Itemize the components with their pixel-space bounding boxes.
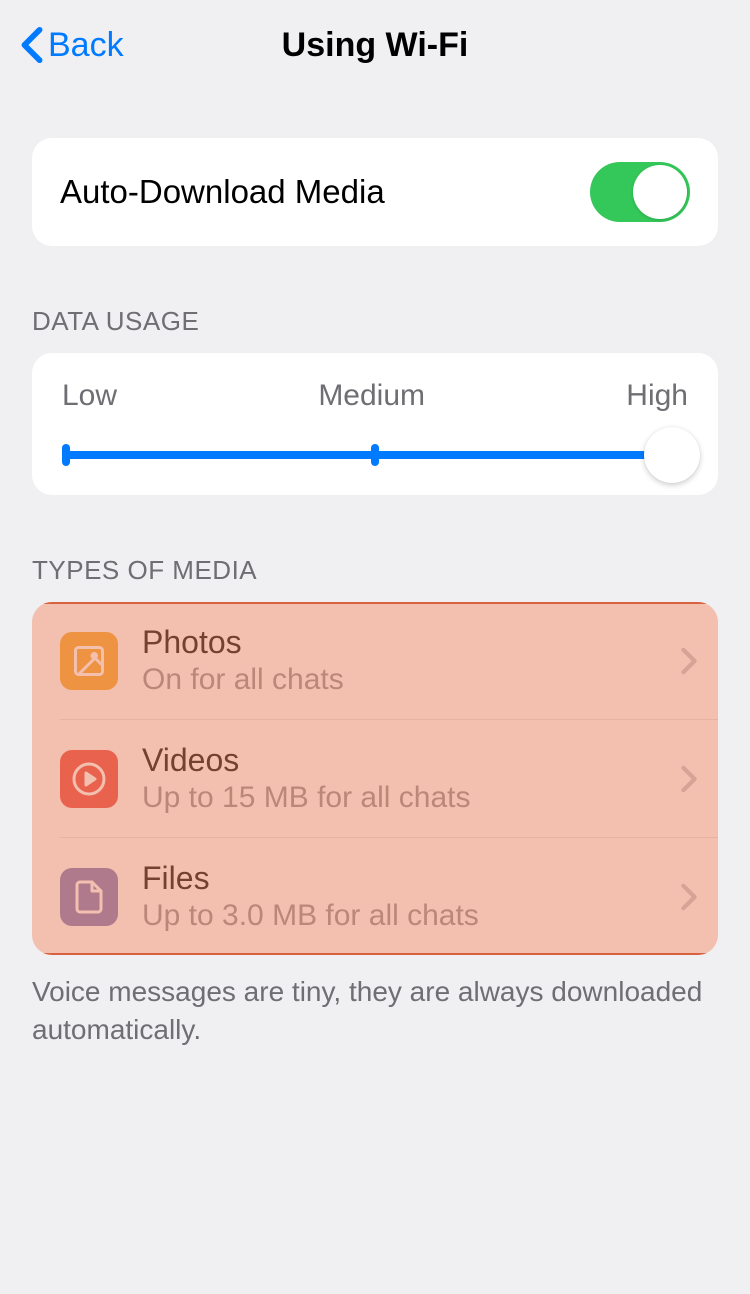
auto-download-toggle[interactable] [590,162,690,222]
slider-thumb[interactable] [644,427,700,483]
media-row-photos[interactable]: Photos On for all chats [60,602,718,720]
data-usage-section-header: DATA USAGE [0,306,750,353]
media-types-card: Photos On for all chats Videos Up to 15 … [32,602,718,955]
header-bar: Back Using Wi-Fi [0,0,750,90]
media-subtitle: Up to 15 MB for all chats [142,781,656,815]
chevron-left-icon [20,26,44,64]
back-label: Back [48,26,124,65]
data-usage-slider[interactable] [62,451,688,459]
auto-download-row: Auto-Download Media [32,138,718,246]
media-subtitle: On for all chats [142,663,656,697]
toggle-knob [633,165,687,219]
auto-download-label: Auto-Download Media [60,173,385,211]
media-title: Files [142,860,656,897]
media-title: Videos [142,742,656,779]
chevron-right-icon [680,883,698,911]
media-subtitle: Up to 3.0 MB for all chats [142,899,656,933]
media-row-files[interactable]: Files Up to 3.0 MB for all chats [60,838,718,955]
photos-icon [60,632,118,690]
chevron-right-icon [680,647,698,675]
videos-icon [60,750,118,808]
data-usage-label-high: High [626,379,688,413]
types-of-media-section-header: TYPES OF MEDIA [0,555,750,602]
data-usage-label-low: Low [62,379,117,413]
chevron-right-icon [680,765,698,793]
files-icon [60,868,118,926]
page-title: Using Wi-Fi [282,26,469,65]
back-button[interactable]: Back [20,26,124,65]
media-row-videos[interactable]: Videos Up to 15 MB for all chats [60,720,718,838]
types-of-media-footer: Voice messages are tiny, they are always… [0,955,750,1049]
data-usage-card: Low Medium High [32,353,718,495]
slider-tick [62,444,70,466]
slider-tick [371,444,379,466]
media-title: Photos [142,624,656,661]
data-usage-label-medium: Medium [318,379,425,413]
